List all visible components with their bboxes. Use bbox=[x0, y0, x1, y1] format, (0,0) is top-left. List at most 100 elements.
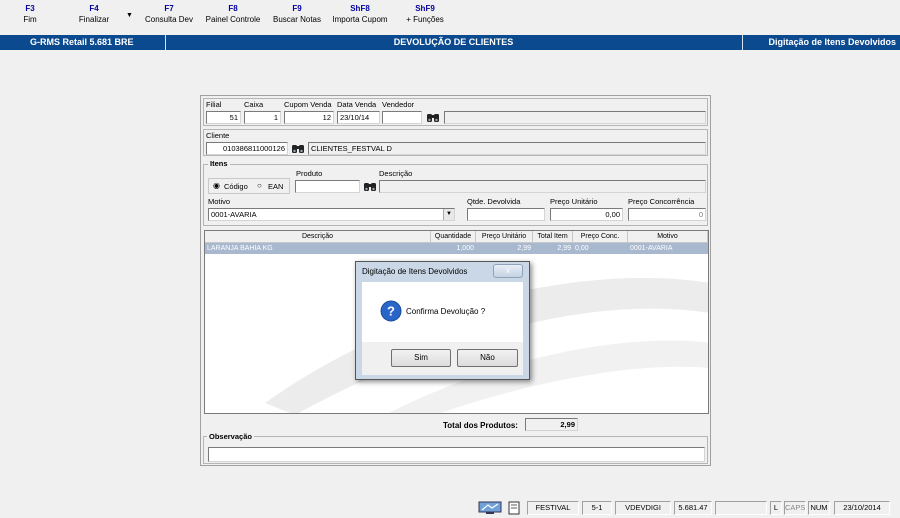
cliente-group: Cliente 010386811000126 CLIENTES_FESTVAL… bbox=[203, 129, 708, 156]
vendedor-search-binoculars-icon[interactable] bbox=[426, 111, 440, 123]
function-key-toolbar: F3 Fim F4 Finalizar ▼ F7 Consulta Dev F8… bbox=[0, 0, 900, 34]
preco-unitario-field[interactable]: 0,00 bbox=[550, 208, 623, 221]
preco-concorrencia-label: Preço Concorrência bbox=[628, 197, 695, 206]
vendedor-field[interactable] bbox=[382, 111, 422, 124]
produto-search-binoculars-icon[interactable] bbox=[363, 180, 377, 192]
buscar-notas-button[interactable]: F9 Buscar Notas bbox=[270, 4, 324, 24]
status-caps: CAPS bbox=[784, 501, 806, 515]
chevron-down-icon[interactable]: ▼ bbox=[443, 209, 454, 220]
radio-codigo-label: Código bbox=[224, 182, 248, 191]
cupom-venda-label: Cupom Venda bbox=[284, 100, 332, 109]
motivo-select[interactable]: 0001-AVARIA ▼ bbox=[208, 208, 455, 221]
title-separator bbox=[742, 35, 743, 50]
row-preco-conc: 0,00 bbox=[573, 243, 628, 254]
motivo-selected-value: 0001-AVARIA bbox=[211, 210, 257, 219]
cliente-name-field: CLIENTES_FESTVAL D bbox=[308, 142, 706, 155]
title-bar: G-RMS Retail 5.681 BRE DEVOLUÇÃO DE CLIE… bbox=[0, 35, 900, 50]
finalizar-dropdown-icon[interactable]: ▼ bbox=[126, 12, 133, 19]
mais-funcoes-key: ShF9 bbox=[415, 4, 435, 13]
preco-unitario-label: Preço Unitário bbox=[550, 197, 598, 206]
motivo-label: Motivo bbox=[208, 197, 231, 206]
produto-field[interactable] bbox=[295, 180, 360, 193]
app-name: G-RMS Retail 5.681 BRE bbox=[30, 37, 134, 47]
status-program: VDEVDIGI bbox=[615, 501, 671, 515]
consulta-dev-button[interactable]: F7 Consulta Dev bbox=[143, 4, 195, 24]
confirm-dialog: Digitação de Itens Devolvidos x ? Confir… bbox=[355, 261, 530, 380]
module-title: DEVOLUÇÃO DE CLIENTES bbox=[393, 37, 514, 47]
filial-label: Filial bbox=[206, 100, 222, 109]
painel-controle-label: Painel Controle bbox=[205, 15, 261, 24]
status-empty bbox=[715, 501, 767, 515]
consulta-dev-label: Consulta Dev bbox=[144, 15, 194, 24]
itens-group-label: Itens bbox=[208, 159, 230, 168]
column-header-total-item[interactable]: Total Item bbox=[533, 231, 573, 243]
cliente-label: Cliente bbox=[206, 131, 230, 140]
importa-cupom-key: ShF8 bbox=[350, 4, 370, 13]
svg-text:?: ? bbox=[387, 304, 395, 319]
sim-button[interactable]: Sim bbox=[391, 349, 451, 367]
cupom-venda-field[interactable]: 12 bbox=[284, 111, 334, 124]
observacao-label: Observação bbox=[207, 432, 254, 441]
produto-label: Produto bbox=[296, 169, 323, 178]
row-quantidade: 1,000 bbox=[431, 243, 476, 254]
radio-ean-label: EAN bbox=[268, 182, 284, 191]
total-produtos-label: Total dos Produtos: bbox=[443, 421, 518, 430]
observacao-group: Observação bbox=[203, 432, 708, 464]
mais-funcoes-label: + Funções bbox=[406, 15, 444, 24]
column-header-descricao[interactable]: Descrição bbox=[205, 231, 431, 243]
column-header-preco-unitario[interactable]: Preço Unitário bbox=[476, 231, 533, 243]
column-header-preco-conc[interactable]: Preço Conc. bbox=[573, 231, 628, 243]
caixa-label: Caixa bbox=[244, 100, 264, 109]
screen-title: Digitação de Itens Devolvidos bbox=[768, 37, 896, 47]
caixa-field[interactable]: 1 bbox=[244, 111, 281, 124]
cliente-code-field[interactable]: 010386811000126 bbox=[206, 142, 288, 155]
status-user: FESTIVAL bbox=[527, 501, 579, 515]
status-version: 5.681.47 bbox=[674, 501, 712, 515]
close-button[interactable]: x bbox=[493, 264, 523, 278]
row-total-item: 2,99 bbox=[533, 243, 573, 254]
radio-codigo-selected[interactable]: ◉ bbox=[213, 181, 220, 190]
itens-group: Itens ◉ Código ○ EAN Produto Descrição M… bbox=[203, 159, 708, 226]
document-icon bbox=[508, 501, 520, 515]
data-venda-field[interactable]: 23/10/14 bbox=[337, 111, 380, 124]
row-descricao: LARANJA BAHIA KG bbox=[205, 243, 431, 254]
filial-field[interactable]: 51 bbox=[206, 111, 241, 124]
dialog-message: Confirma Devolução ? bbox=[406, 307, 486, 316]
question-icon: ? bbox=[380, 300, 402, 322]
code-type-radio-group: ◉ Código ○ EAN bbox=[208, 178, 290, 194]
fim-label: Fim bbox=[23, 15, 37, 24]
vendedor-name-field bbox=[444, 111, 706, 124]
preco-concorrencia-field[interactable]: 0 bbox=[628, 208, 706, 221]
column-header-motivo[interactable]: Motivo bbox=[628, 231, 708, 243]
dialog-body: ? Confirma Devolução ? bbox=[362, 282, 523, 342]
status-bar: FESTIVAL 5-1 VDEVDIGI 5.681.47 L CAPS NU… bbox=[0, 498, 900, 518]
dialog-footer: Sim Não bbox=[362, 342, 523, 375]
radio-ean[interactable]: ○ bbox=[257, 181, 262, 190]
row-preco-unitario: 2,99 bbox=[476, 243, 533, 254]
data-venda-label: Data Venda bbox=[337, 100, 377, 109]
mais-funcoes-button[interactable]: ShF9 + Funções bbox=[400, 4, 450, 24]
column-header-quantidade[interactable]: Quantidade bbox=[431, 231, 476, 243]
status-l: L bbox=[770, 501, 782, 515]
consulta-dev-key: F7 bbox=[164, 4, 174, 13]
finalizar-key: F4 bbox=[89, 4, 99, 13]
finalizar-label: Finalizar bbox=[78, 15, 110, 24]
monitor-icon bbox=[478, 501, 502, 514]
qtde-devolvida-label: Qtde. Devolvida bbox=[467, 197, 521, 206]
importa-cupom-label: Importa Cupom bbox=[332, 15, 388, 24]
importa-cupom-button[interactable]: ShF8 Importa Cupom bbox=[328, 4, 392, 24]
observacao-field[interactable] bbox=[208, 447, 705, 462]
cliente-search-binoculars-icon[interactable] bbox=[291, 142, 305, 154]
descricao-label: Descrição bbox=[379, 169, 413, 178]
fim-key: F3 bbox=[25, 4, 35, 13]
finalizar-button[interactable]: F4 Finalizar bbox=[72, 4, 116, 24]
buscar-notas-label: Buscar Notas bbox=[272, 15, 322, 24]
vendedor-label: Vendedor bbox=[382, 100, 415, 109]
nao-button[interactable]: Não bbox=[457, 349, 518, 367]
fim-button[interactable]: F3 Fim bbox=[14, 4, 46, 24]
sale-header-group: Filial 51 Caixa 1 Cupom Venda 12 Data Ve… bbox=[203, 98, 708, 126]
painel-controle-button[interactable]: F8 Painel Controle bbox=[202, 4, 264, 24]
descricao-field bbox=[379, 180, 706, 193]
total-produtos-field: 2,99 bbox=[525, 418, 578, 431]
qtde-devolvida-field[interactable] bbox=[467, 208, 545, 221]
